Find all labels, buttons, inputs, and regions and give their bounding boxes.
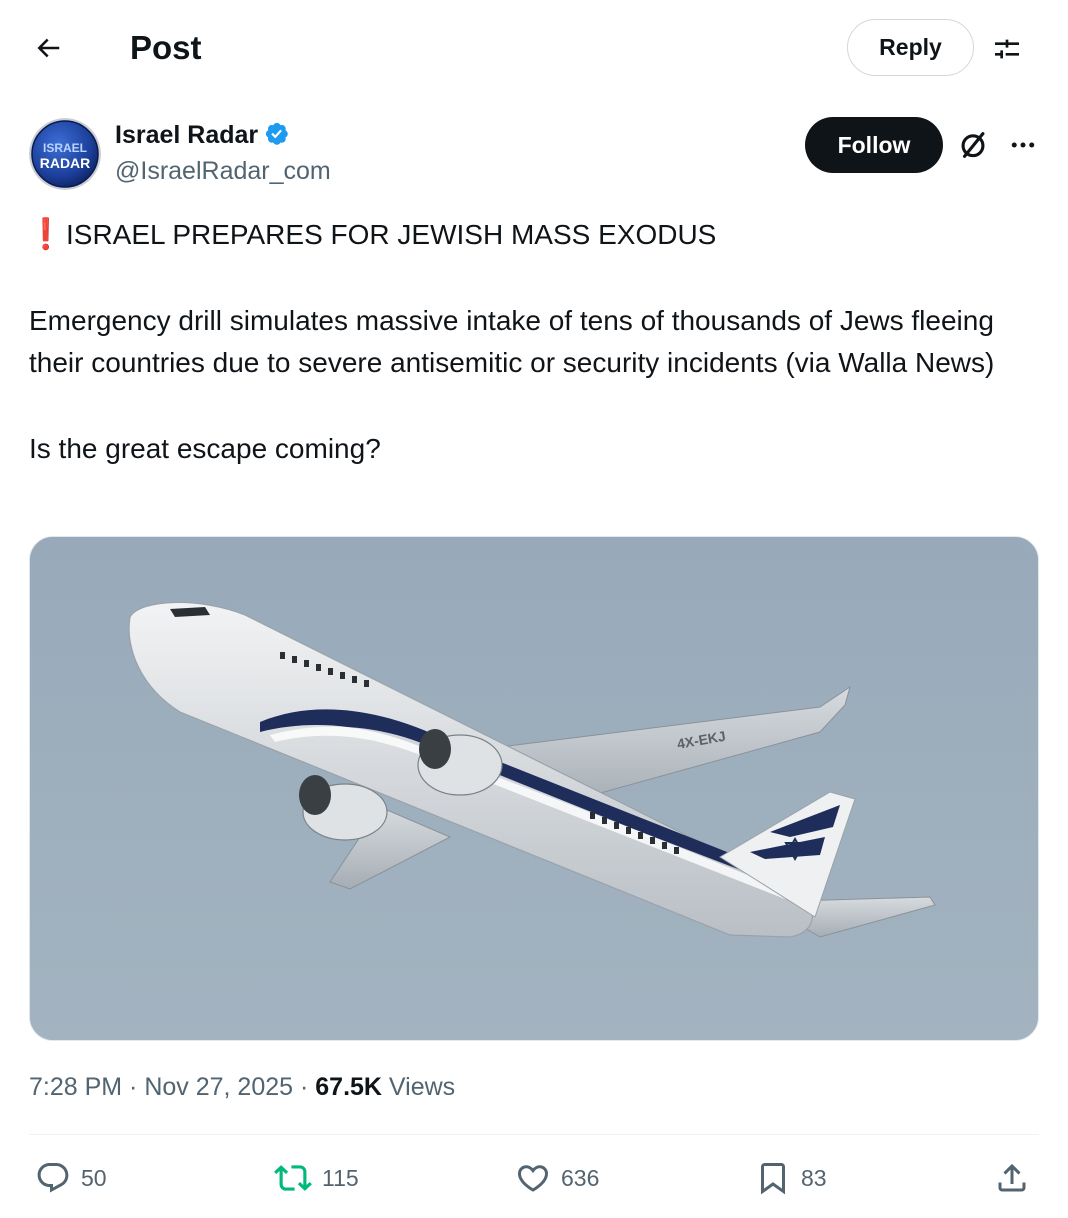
post-headline-text: ISRAEL PREPARES FOR JEWISH MASS EXODUS	[66, 219, 717, 250]
svg-text:ISRAEL: ISRAEL	[43, 141, 87, 155]
like-action[interactable]: 636	[515, 1150, 599, 1206]
arrow-left-icon	[37, 38, 60, 58]
post-header: Post Reply	[0, 0, 1068, 96]
more-dots-icon	[1011, 142, 1035, 148]
author-name-row[interactable]: Israel Radar	[115, 120, 292, 150]
repost-action[interactable]: 115	[274, 1150, 359, 1206]
bookmark-icon	[761, 1163, 785, 1195]
bookmark-count: 83	[801, 1165, 827, 1191]
views-count[interactable]: 67.5K	[315, 1073, 382, 1101]
post-time[interactable]: 7:28 PM	[29, 1073, 122, 1101]
post-image[interactable]: 4X-EKJ	[29, 536, 1039, 1041]
exclamation-icon: ❗	[27, 218, 65, 251]
repost-count: 115	[322, 1165, 359, 1191]
bookmark-action[interactable]: 83	[755, 1150, 827, 1206]
author-handle[interactable]: @IsraelRadar_com	[115, 156, 331, 186]
avatar[interactable]: ISRAEL RADAR	[29, 118, 101, 190]
post-date[interactable]: Nov 27, 2025	[144, 1073, 293, 1101]
sliders-icon	[995, 39, 1019, 59]
author-row: ISRAEL RADAR Israel Radar @IsraelRadar_c…	[0, 110, 1068, 200]
reply-count: 50	[81, 1165, 107, 1191]
views-label: Views	[381, 1073, 456, 1101]
reply-action[interactable]: 50	[35, 1150, 107, 1206]
grok-icon	[961, 132, 985, 158]
reply-bubble-icon	[37, 1163, 69, 1193]
follow-button[interactable]: Follow	[805, 117, 943, 173]
grok-button[interactable]	[954, 126, 992, 164]
verified-badge-icon[interactable]	[264, 121, 292, 149]
settings-button[interactable]	[986, 28, 1028, 70]
back-button[interactable]	[28, 28, 68, 68]
share-action[interactable]	[994, 1150, 1030, 1206]
repost-icon	[274, 1165, 312, 1191]
like-count: 636	[561, 1165, 600, 1191]
avatar-image: ISRAEL RADAR	[29, 118, 101, 190]
action-bar: 50 115 636 83	[29, 1150, 1039, 1206]
post-headline: ❗ ISRAEL PREPARES FOR JEWISH MASS EXODUS	[27, 214, 1044, 257]
heart-icon	[517, 1165, 549, 1192]
post-question: Is the great escape coming?	[29, 432, 381, 464]
airplane-image: 4X-EKJ	[30, 537, 1038, 1040]
share-icon	[998, 1163, 1026, 1192]
divider	[29, 1134, 1039, 1135]
post-text: ❗ ISRAEL PREPARES FOR JEWISH MASS EXODUS…	[27, 214, 1044, 470]
post-meta: 7:28 PM · Nov 27, 2025 · 67.5K Views	[29, 1073, 456, 1101]
reply-button[interactable]: Reply	[847, 19, 974, 76]
svg-text:RADAR: RADAR	[40, 155, 91, 171]
post-paragraph: Emergency drill simulates massive intake…	[29, 304, 995, 379]
more-button[interactable]	[1004, 126, 1042, 164]
page-title: Post	[130, 29, 202, 66]
author-name[interactable]: Israel Radar	[115, 120, 258, 150]
